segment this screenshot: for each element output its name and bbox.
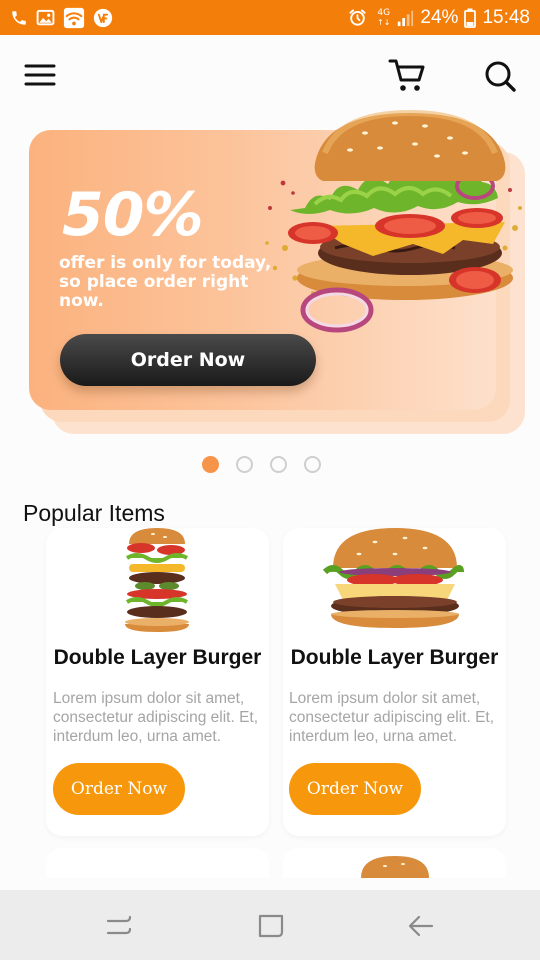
brand-notification-icon	[93, 8, 113, 28]
wifi-notification-icon	[63, 7, 85, 29]
data-arrows-icon: ↑↓	[377, 17, 391, 27]
network-indicator: 4G ↑↓	[377, 7, 391, 27]
partial-burger-image	[361, 856, 429, 878]
back-icon[interactable]	[406, 912, 436, 940]
product-card-partial[interactable]	[283, 848, 506, 878]
status-system: 4G ↑↓ 24% 15:48	[348, 0, 530, 35]
menu-icon[interactable]	[24, 61, 56, 89]
clock: 15:48	[482, 6, 530, 28]
cheeseburger-image	[322, 528, 464, 628]
section-title: Popular Items	[23, 500, 165, 526]
order-now-button[interactable]: Order Now	[289, 763, 421, 815]
home-icon[interactable]	[256, 912, 286, 940]
stacked-burger-image	[125, 528, 189, 632]
alarm-icon	[349, 9, 366, 26]
product-card-title: Double Layer Burger	[53, 646, 262, 669]
carousel-indicator	[202, 456, 321, 474]
product-card-title: Double Layer Burger	[290, 646, 499, 669]
battery-percentage: 24%	[420, 6, 459, 28]
banner-burger-image	[265, 109, 522, 333]
carousel-dot-2[interactable]	[236, 456, 253, 473]
image-icon	[36, 9, 55, 26]
network-type: 4G	[377, 7, 391, 18]
product-card-description: Lorem ipsum dolor sit amet, consectetur …	[53, 690, 259, 745]
search-icon[interactable]	[483, 59, 517, 93]
signal-icon	[398, 10, 414, 26]
battery-icon	[464, 8, 477, 28]
status-notifications	[10, 6, 113, 30]
product-card-partial[interactable]	[46, 848, 269, 878]
carousel-dot-3[interactable]	[270, 456, 287, 473]
product-card-description: Lorem ipsum dolor sit amet, consectetur …	[289, 690, 495, 745]
promo-headline: 50%	[62, 180, 204, 250]
order-now-button[interactable]: Order Now	[53, 763, 185, 815]
status-bar: 4G ↑↓ 24% 15:48	[0, 0, 540, 35]
phone-icon	[12, 11, 26, 25]
carousel-dot-4[interactable]	[304, 456, 321, 473]
recents-icon[interactable]	[104, 912, 134, 940]
cart-icon[interactable]	[388, 57, 426, 95]
carousel-dot-1[interactable]	[202, 456, 219, 473]
system-nav-bar	[0, 890, 540, 960]
